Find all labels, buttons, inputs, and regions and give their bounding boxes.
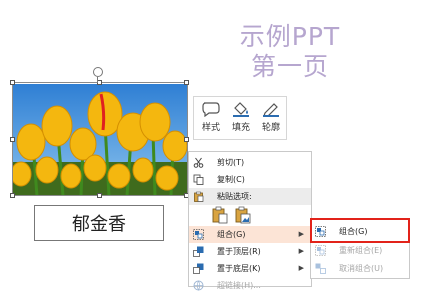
- resize-handle-right[interactable]: [184, 137, 189, 142]
- submenu-item-ungroup[interactable]: 取消组合(U): [311, 260, 409, 277]
- hyperlink-icon: [193, 280, 204, 291]
- group-icon: [193, 229, 204, 240]
- fill-bucket-icon: [233, 102, 249, 117]
- submenu-item-regroup[interactable]: 重新组合(E): [311, 242, 409, 259]
- menu-paste-options-header: 粘贴选项:: [189, 188, 311, 205]
- style-label: 样式: [201, 123, 220, 133]
- scissors-icon: [193, 157, 204, 168]
- outline-button[interactable]: 轮廓: [257, 99, 285, 137]
- paste-icon: [194, 191, 204, 202]
- picture-selection-frame: [12, 82, 188, 196]
- menu-item-label: 组合(G): [217, 230, 246, 239]
- menu-item-label: 粘贴选项:: [217, 192, 252, 201]
- ungroup-icon: [315, 263, 326, 274]
- rotation-handle[interactable]: [93, 67, 103, 77]
- outline-label: 轮廓: [261, 123, 280, 133]
- mini-toolbar: 样式 填充 轮廓: [193, 96, 287, 140]
- copy-icon: [193, 174, 204, 185]
- tulip-textbox[interactable]: 郁金香: [34, 205, 164, 241]
- send-to-back-icon: [193, 263, 204, 274]
- bring-to-front-icon: [193, 246, 204, 257]
- style-button[interactable]: 样式: [197, 99, 225, 137]
- paste-picture-icon: [235, 206, 251, 224]
- outline-pen-icon: [263, 103, 279, 117]
- slide-title-line1[interactable]: 示例PPT: [205, 22, 375, 52]
- highlight-callout-box: [310, 218, 410, 243]
- menu-item-label: 置于底层(K): [217, 264, 261, 273]
- menu-item-copy[interactable]: 复制(C): [189, 171, 311, 188]
- menu-item-label: 复制(C): [217, 175, 245, 184]
- menu-item-bring-to-front[interactable]: 置于顶层(R) ▶: [189, 243, 311, 260]
- regroup-icon: [315, 245, 326, 256]
- context-menu: 剪切(T) 复制(C) 粘贴选项: 组合(G) ▶ 置于顶层(R) ▶ 置于底层…: [188, 151, 312, 291]
- menu-item-send-to-back[interactable]: 置于底层(K) ▶: [189, 260, 311, 277]
- menu-item-label: 剪切(T): [217, 158, 245, 167]
- fill-button[interactable]: 填充: [227, 99, 255, 137]
- paste-as-picture-button[interactable]: [235, 206, 251, 224]
- paste-keep-source-button[interactable]: [212, 206, 228, 224]
- shape-style-icon: [202, 102, 220, 117]
- resize-handle-left[interactable]: [10, 137, 15, 142]
- resize-handle-top-right[interactable]: [184, 80, 189, 85]
- resize-handle-bottom-left[interactable]: [10, 193, 15, 198]
- rotation-handle-stem: [97, 77, 98, 83]
- menu-item-cut[interactable]: 剪切(T): [189, 154, 311, 171]
- menu-item-hyperlink[interactable]: 超链接(H)...: [189, 277, 311, 294]
- fill-label: 填充: [231, 123, 250, 133]
- resize-handle-bottom[interactable]: [97, 193, 102, 198]
- submenu-arrow-icon: ▶: [298, 264, 304, 272]
- slide-title-line2[interactable]: 第一页: [205, 52, 375, 82]
- submenu-item-label: 重新组合(E): [339, 246, 383, 255]
- menu-item-group[interactable]: 组合(G) ▶: [189, 226, 311, 243]
- menu-item-label: 超链接(H)...: [217, 281, 261, 290]
- submenu-arrow-icon: ▶: [298, 247, 304, 255]
- submenu-item-label: 取消组合(U): [339, 264, 384, 273]
- menu-item-label: 置于顶层(R): [217, 247, 261, 256]
- paste-option-icon: [212, 206, 228, 224]
- submenu-arrow-icon: ▶: [298, 230, 304, 238]
- resize-handle-top-left[interactable]: [10, 80, 15, 85]
